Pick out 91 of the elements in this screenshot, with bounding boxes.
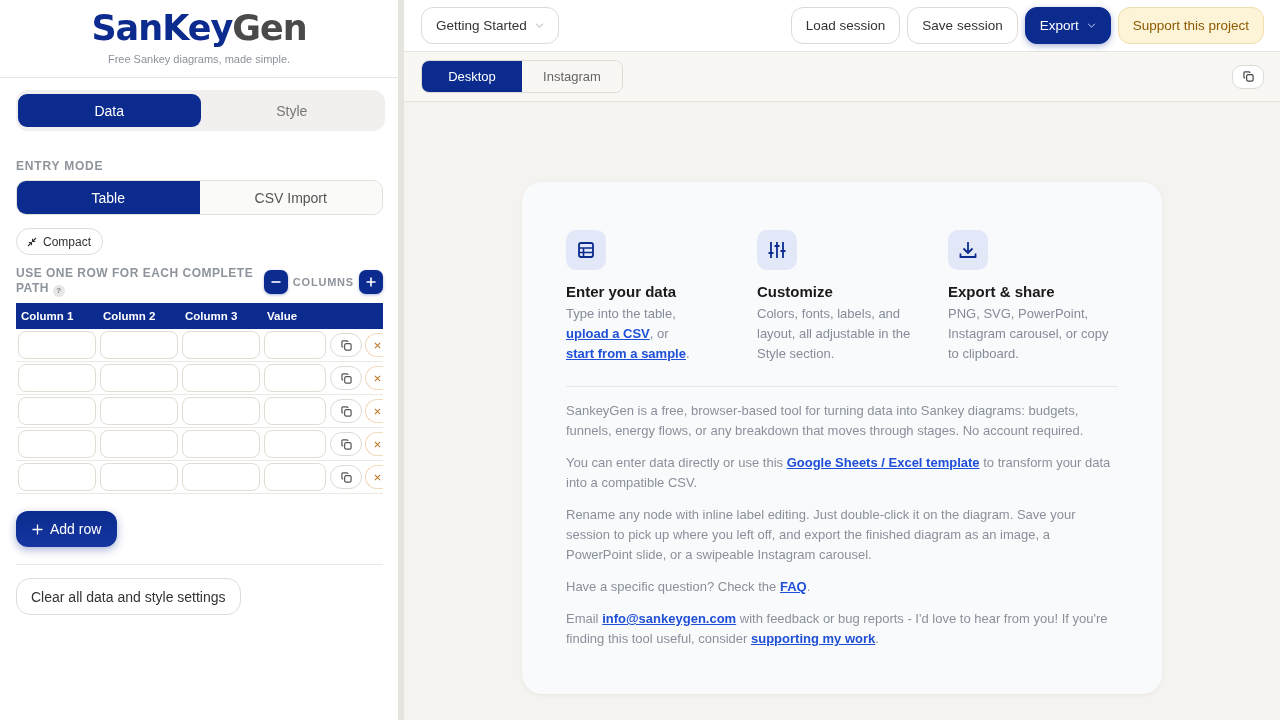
input-field[interactable] [100, 430, 178, 458]
input-field[interactable] [182, 430, 260, 458]
text-link[interactable]: info@sankeygen.com [602, 611, 737, 626]
panel-tab[interactable]: Style [200, 94, 383, 127]
input-field[interactable] [18, 430, 96, 458]
feature-title: Export & share [948, 282, 1056, 302]
close-icon [374, 374, 381, 382]
input-field[interactable] [264, 364, 326, 392]
input-field[interactable] [182, 397, 260, 425]
caret-icon [534, 23, 544, 28]
delete-row-button[interactable] [365, 432, 383, 456]
text-link[interactable]: FAQ [779, 579, 807, 594]
table-hint: USE ONE ROW FOR EACH COMPLETE PATH ? [16, 266, 255, 297]
input-field[interactable] [18, 364, 96, 392]
delete-row-button[interactable] [365, 465, 383, 489]
close-icon [374, 473, 381, 481]
plus-icon [32, 523, 43, 535]
delete-row-button[interactable] [365, 399, 383, 423]
input-field[interactable] [264, 331, 326, 359]
copy-icon [340, 339, 352, 351]
delete-row-button[interactable] [365, 333, 383, 357]
clear-settings-button[interactable]: Clear all data and style settings [16, 578, 241, 615]
input-field[interactable] [264, 463, 326, 491]
duplicate-row-button[interactable] [330, 465, 362, 489]
plus-icon [366, 276, 376, 287]
info-paragraph: Rename any node with inline label editing. Just double-click it on the diagram. Save your session to pick up where you left off, and export the finished diagram as an image, a PowerPoint slide, or a swipeable Instagram carousel. [566, 506, 1077, 564]
copy-icon [1242, 71, 1254, 82]
info-paragraph: Have a specific question? Check the FAQ. [566, 578, 812, 596]
toolbar-button[interactable]: Load session [790, 7, 901, 44]
feature-description: Type into the table, upload a CSV, or start from a sample. [566, 305, 691, 363]
input-field[interactable] [100, 331, 178, 359]
input-field[interactable] [18, 331, 96, 359]
add-column-button[interactable] [359, 269, 383, 294]
copy-icon [340, 372, 352, 384]
duplicate-row-button[interactable] [330, 366, 362, 390]
close-icon [374, 407, 381, 415]
entry-mode-option[interactable]: Table [17, 181, 200, 214]
table-icon [566, 230, 606, 270]
column-header: Column 3 [184, 310, 239, 322]
feature-title: Enter your data [566, 282, 678, 302]
duplicate-row-button[interactable] [330, 333, 362, 357]
support-button[interactable]: Support this project [1117, 7, 1264, 44]
copy-button[interactable] [1232, 64, 1264, 89]
sliders-icon [757, 230, 797, 270]
copy-icon [340, 471, 352, 483]
panel-tab[interactable]: Data [18, 94, 201, 127]
guide-menu-button[interactable]: Getting Started [421, 7, 559, 44]
text-link[interactable]: Google Sheets / Excel template [786, 455, 980, 470]
feature-title: Customize [757, 282, 834, 302]
column-header: Column 1 [20, 310, 75, 322]
columns-label: COLUMNS [292, 275, 354, 288]
download-icon [948, 230, 988, 270]
info-paragraph: Email info@sankeygen.com with feedback or bug reports - I'd love to hear from you! If you're finding this tool useful, consider supporting my work. [566, 610, 1109, 648]
feature-description: PNG, SVG, PowerPoint, Instagram carousel, or copy to clipboard. [948, 305, 1110, 363]
export-menu-button[interactable]: Export [1024, 7, 1111, 44]
text-link[interactable]: upload a CSV [566, 326, 650, 341]
copy-icon [340, 438, 352, 450]
compact-button[interactable]: Compact [16, 228, 104, 255]
close-icon [374, 440, 381, 448]
info-paragraph: You can enter data directly or use this Google Sheets / Excel template to transform your data into a compatible CSV. [566, 454, 1112, 492]
column-header: Value [266, 310, 299, 322]
input-field[interactable] [182, 463, 260, 491]
logo: SanKeyGen [91, 7, 307, 49]
input-field[interactable] [100, 397, 178, 425]
input-field[interactable] [182, 331, 260, 359]
input-field[interactable] [182, 364, 260, 392]
entry-mode-option[interactable]: CSV Import [199, 181, 382, 214]
input-field[interactable] [264, 430, 326, 458]
view-tab[interactable]: Desktop [422, 61, 522, 92]
remove-column-button[interactable] [263, 269, 288, 294]
feature-description: Colors, fonts, labels, and layout, all adjustable in the Style section. [757, 305, 912, 363]
input-field[interactable] [18, 463, 96, 491]
info-paragraph: SankeyGen is a free, browser-based tool for turning data into Sankey diagrams: budgets, funnels, energy flows, or any breakdown that moves through stages. No account required. [566, 402, 1085, 440]
toolbar-button[interactable]: Save session [907, 7, 1018, 44]
tagline: Free Sankey diagrams, made simple. [107, 52, 291, 66]
arrows-inward-icon [27, 236, 37, 247]
duplicate-row-button[interactable] [330, 399, 362, 423]
input-field[interactable] [100, 463, 178, 491]
input-field[interactable] [100, 364, 178, 392]
column-header: Column 2 [102, 310, 157, 322]
delete-row-button[interactable] [365, 366, 383, 390]
caret-icon [1086, 23, 1096, 28]
text-link[interactable]: start from a sample [566, 346, 686, 361]
resize-handle[interactable] [398, 0, 404, 720]
input-field[interactable] [18, 397, 96, 425]
input-field[interactable] [264, 397, 326, 425]
duplicate-row-button[interactable] [330, 432, 362, 456]
copy-icon [340, 405, 352, 417]
add-row-button[interactable]: Add row [16, 511, 118, 547]
section-label: ENTRY MODE [16, 159, 104, 173]
close-icon [374, 341, 381, 349]
